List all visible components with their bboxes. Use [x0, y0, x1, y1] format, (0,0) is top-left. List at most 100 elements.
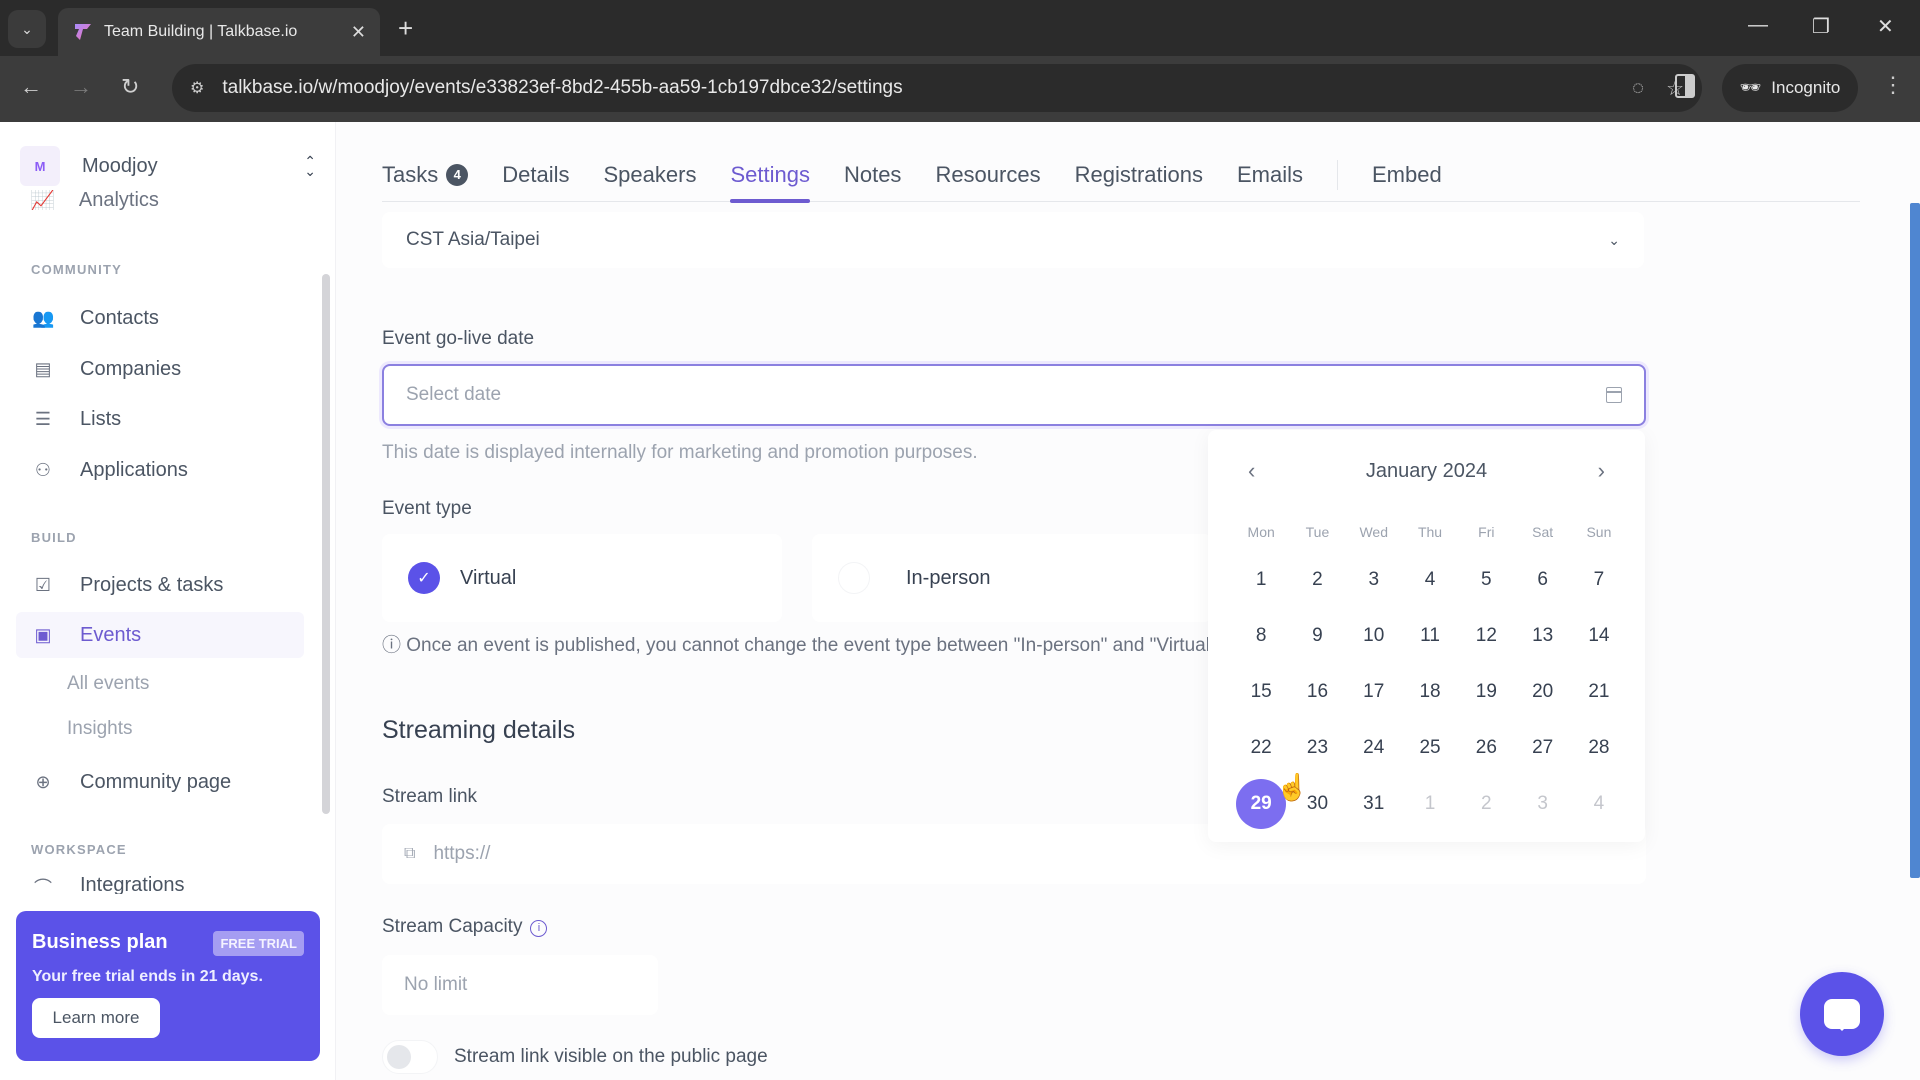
go-live-date-input[interactable]	[406, 384, 1606, 406]
sidebar-subitem-insights[interactable]: Insights	[67, 718, 132, 740]
site-info-icon[interactable]: ⚙	[190, 78, 204, 98]
list-icon: ☰	[34, 408, 52, 429]
tab-tasks[interactable]: Tasks 4	[382, 152, 469, 202]
calendar-day[interactable]: 15	[1233, 664, 1289, 720]
new-tab-button[interactable]: +	[398, 14, 413, 42]
calendar-day[interactable]: 7	[1571, 552, 1627, 608]
sidebar-item-community-page[interactable]: ⊕ Community page	[16, 759, 304, 805]
calendar-day[interactable]: 2	[1458, 776, 1514, 832]
calendar-day[interactable]: 22	[1233, 720, 1289, 776]
add-user-icon: ⚇	[34, 459, 52, 480]
reload-icon[interactable]: ↻	[121, 74, 139, 100]
chevron-down-icon: ⌄	[21, 20, 33, 37]
sidebar-item-events[interactable]: ▣ Events	[16, 612, 304, 658]
tab-search-button[interactable]: ⌄	[8, 10, 46, 48]
calendar-day[interactable]: 11	[1402, 608, 1458, 664]
tab-emails[interactable]: Emails	[1237, 152, 1303, 202]
browser-menu-icon[interactable]: ⋮	[1882, 72, 1904, 98]
tab-details[interactable]: Details	[502, 152, 569, 202]
calendar-day[interactable]: 5	[1458, 552, 1514, 608]
stream-capacity-field[interactable]	[382, 955, 658, 1015]
sidebar-item-projects[interactable]: ☑ Projects & tasks	[16, 562, 304, 608]
page-scrollbar[interactable]	[1910, 203, 1920, 878]
calendar-day[interactable]: 9	[1289, 608, 1345, 664]
calendar-icon[interactable]	[1606, 387, 1622, 403]
sidebar-item-lists[interactable]: ☰ Lists	[16, 396, 304, 442]
learn-more-button[interactable]: Learn more	[32, 998, 160, 1038]
calendar-day[interactable]: 14	[1571, 608, 1627, 664]
tab-embed[interactable]: Embed	[1372, 152, 1442, 202]
calendar-day[interactable]: 8	[1233, 608, 1289, 664]
calendar-day[interactable]: 10	[1346, 608, 1402, 664]
tab-resources[interactable]: Resources	[935, 152, 1040, 202]
back-icon[interactable]: ←	[20, 74, 42, 100]
sidebar-item-applications[interactable]: ⚇ Applications	[16, 447, 304, 493]
calendar-day[interactable]: 13	[1514, 608, 1570, 664]
calendar-day[interactable]: 4	[1402, 552, 1458, 608]
go-live-date-label: Event go-live date	[382, 328, 535, 349]
calendar-day[interactable]: 27	[1514, 720, 1570, 776]
calendar-day[interactable]: 23	[1289, 720, 1345, 776]
calendar-day[interactable]: 19	[1458, 664, 1514, 720]
url-text[interactable]: talkbase.io/w/moodjoy/events/e33823ef-8b…	[222, 77, 1610, 99]
calendar-day[interactable]: 3	[1514, 776, 1570, 832]
workspace-avatar: M	[20, 146, 60, 186]
tab-settings[interactable]: Settings	[730, 152, 810, 203]
calendar-day[interactable]: 20	[1514, 664, 1570, 720]
stream-link-label: Stream link	[382, 786, 478, 807]
calendar-day[interactable]: 18	[1402, 664, 1458, 720]
external-link-icon: ⧉	[404, 845, 416, 862]
info-icon[interactable]: i	[530, 919, 548, 937]
event-type-in-person[interactable]: In-person	[812, 534, 1212, 622]
sidebar-scrollbar[interactable]	[322, 274, 330, 814]
calendar-day[interactable]: 2	[1289, 552, 1345, 608]
calendar-month-label: January 2024	[1365, 460, 1488, 482]
calendar-day[interactable]: 1	[1233, 552, 1289, 608]
calendar-day[interactable]: 21	[1571, 664, 1627, 720]
event-type-virtual[interactable]: ✓ Virtual	[382, 534, 782, 622]
next-month-icon[interactable]: ›	[1598, 458, 1605, 484]
restore-icon[interactable]: ❐	[1812, 14, 1830, 39]
browser-toolbar: ← → ↻ ⚙ talkbase.io/w/moodjoy/events/e33…	[0, 56, 1920, 122]
weekday-header: Wed	[1359, 524, 1389, 540]
minimize-icon[interactable]: —	[1748, 14, 1768, 37]
calendar-day[interactable]: 1	[1402, 776, 1458, 832]
calendar-day[interactable]: 17	[1346, 664, 1402, 720]
event-tabs: Tasks 4 Details Speakers Settings Notes R…	[382, 152, 1860, 203]
forward-icon[interactable]: →	[70, 74, 92, 100]
tab-speakers[interactable]: Speakers	[604, 152, 697, 202]
calendar-day[interactable]: 3	[1346, 552, 1402, 608]
sidebar-item-integrations[interactable]: ⌒ Integrations	[16, 874, 304, 894]
sidebar-item-analytics[interactable]: 📈 Analytics	[30, 190, 159, 210]
workspace-switcher[interactable]: M Moodjoy ⌃ ⌄	[20, 142, 316, 190]
tab-registrations[interactable]: Registrations	[1075, 152, 1203, 202]
tab-notes[interactable]: Notes	[844, 152, 901, 202]
calendar-day[interactable]: 16	[1289, 664, 1345, 720]
side-panel-icon[interactable]	[1675, 74, 1695, 98]
sidebar-subitem-all-events[interactable]: All events	[67, 673, 149, 695]
calendar-day[interactable]: 31	[1346, 776, 1402, 832]
calendar-day[interactable]: 24	[1346, 720, 1402, 776]
eye-off-icon[interactable]: ◌	[1632, 77, 1644, 100]
sidebar-item-contacts[interactable]: 👥 Contacts	[16, 295, 304, 341]
section-label-build: BUILD	[31, 530, 77, 545]
close-tab-icon[interactable]: ✕	[351, 22, 366, 43]
calendar-day[interactable]: 26	[1458, 720, 1514, 776]
timezone-select[interactable]: CST Asia/Taipei ⌄	[382, 212, 1644, 268]
stream-visibility-toggle[interactable]	[382, 1040, 438, 1074]
stream-capacity-input[interactable]	[404, 974, 649, 996]
sidebar-item-companies[interactable]: ▤ Companies	[16, 346, 304, 392]
calendar-day[interactable]: 12	[1458, 608, 1514, 664]
browser-tab[interactable]: Team Building | Talkbase.io ✕	[58, 8, 380, 56]
go-live-date-field[interactable]	[382, 364, 1646, 426]
incognito-badge[interactable]: 🕶 Incognito	[1722, 64, 1858, 112]
calendar-day[interactable]: 28	[1571, 720, 1627, 776]
stream-link-input[interactable]	[433, 843, 679, 865]
weekday-header: Thu	[1417, 524, 1443, 540]
calendar-day[interactable]: 6	[1514, 552, 1570, 608]
calendar-day[interactable]: 25	[1402, 720, 1458, 776]
close-window-icon[interactable]: ✕	[1877, 14, 1894, 39]
calendar-day[interactable]: 4	[1571, 776, 1627, 832]
chat-support-button[interactable]	[1800, 972, 1884, 1056]
address-bar[interactable]: ⚙ talkbase.io/w/moodjoy/events/e33823ef-…	[172, 64, 1702, 112]
